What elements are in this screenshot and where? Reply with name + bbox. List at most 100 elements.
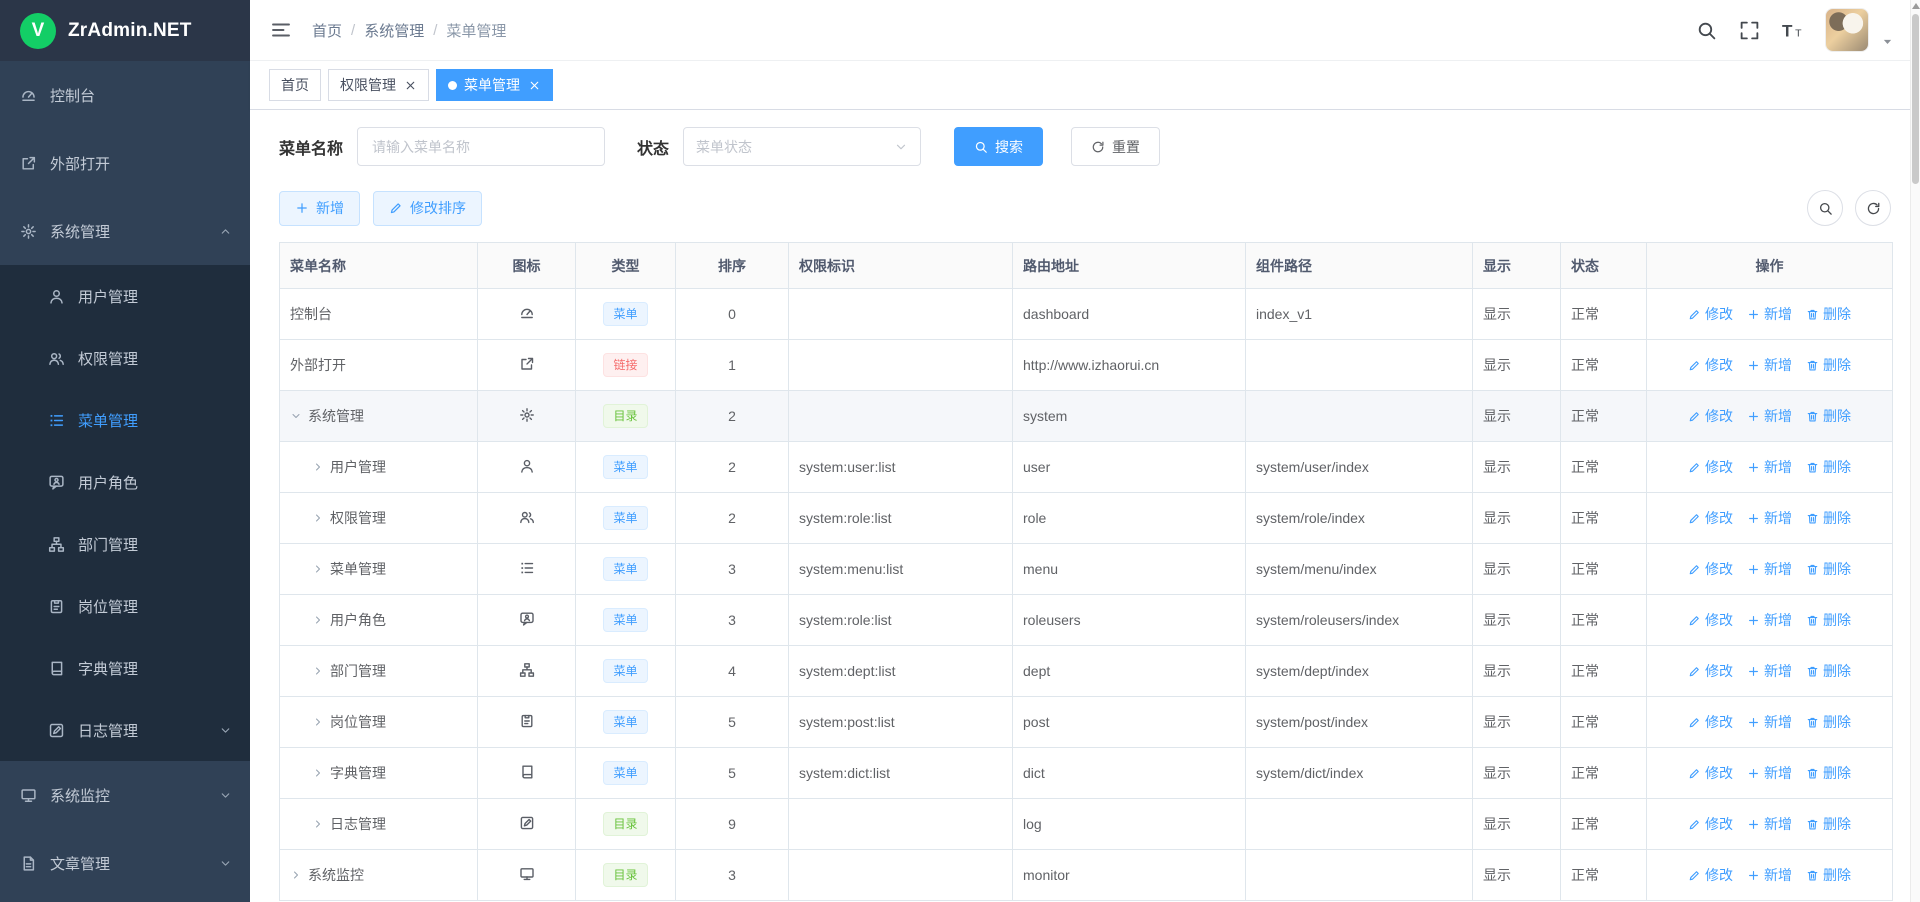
- users-icon: [519, 509, 535, 525]
- page-scrollbar[interactable]: [1910, 0, 1920, 902]
- row-delete-button[interactable]: 删除: [1806, 814, 1851, 834]
- edit-icon: [389, 201, 403, 215]
- row-add-button[interactable]: 新增: [1747, 508, 1792, 528]
- tab-menu[interactable]: 菜单管理: [436, 69, 553, 101]
- table-row-log[interactable]: 日志管理 目录9log显示正常修改新增删除: [280, 799, 1893, 850]
- user-avatar[interactable]: [1825, 8, 1869, 52]
- content: 菜单名称 状态 菜单状态 搜索 重置 新增: [250, 110, 1920, 902]
- cell-type: 菜单: [576, 646, 676, 697]
- breadcrumb-item-home[interactable]: 首页: [312, 20, 342, 41]
- row-add-button[interactable]: 新增: [1747, 865, 1792, 885]
- cell-order: 0: [676, 289, 789, 340]
- log-icon: [48, 722, 65, 739]
- row-delete-button[interactable]: 删除: [1806, 610, 1851, 630]
- scrollbar-thumb[interactable]: [1912, 14, 1919, 184]
- sidebar-item-roleusers[interactable]: 用户角色: [0, 451, 250, 513]
- row-delete-button[interactable]: 删除: [1806, 508, 1851, 528]
- row-edit-button[interactable]: 修改: [1688, 508, 1733, 528]
- row-edit-button[interactable]: 修改: [1688, 865, 1733, 885]
- user-menu-caret-icon[interactable]: [1881, 35, 1894, 48]
- row-delete-button[interactable]: 删除: [1806, 304, 1851, 324]
- table-row-dict[interactable]: 字典管理 菜单5system:dict:listdictsystem/dict/…: [280, 748, 1893, 799]
- font-size-icon[interactable]: TT: [1782, 20, 1803, 41]
- sort-button[interactable]: 修改排序: [373, 191, 482, 226]
- row-add-button[interactable]: 新增: [1747, 763, 1792, 783]
- sidebar-item-user[interactable]: 用户管理: [0, 265, 250, 327]
- table-row-post[interactable]: 岗位管理 菜单5system:post:listpostsystem/post/…: [280, 697, 1893, 748]
- app-logo[interactable]: V ZrAdmin.NET: [0, 0, 250, 61]
- row-edit-button[interactable]: 修改: [1688, 610, 1733, 630]
- table-row-dept[interactable]: 部门管理 菜单4system:dept:listdeptsystem/dept/…: [280, 646, 1893, 697]
- row-add-button[interactable]: 新增: [1747, 814, 1792, 834]
- row-edit-button[interactable]: 修改: [1688, 304, 1733, 324]
- row-edit-button[interactable]: 修改: [1688, 814, 1733, 834]
- row-delete-button[interactable]: 删除: [1806, 661, 1851, 681]
- breadcrumb-item-menu[interactable]: 菜单管理: [446, 20, 506, 41]
- row-delete-button[interactable]: 删除: [1806, 865, 1851, 885]
- scrollbar-up-arrow[interactable]: [1912, 3, 1920, 9]
- table-row-user[interactable]: 用户管理 菜单2system:user:listusersystem/user/…: [280, 442, 1893, 493]
- table-row-system[interactable]: 系统管理 目录2system显示正常修改新增删除: [280, 391, 1893, 442]
- table-row-role[interactable]: 权限管理 菜单2system:role:listrolesystem/role/…: [280, 493, 1893, 544]
- row-add-button[interactable]: 新增: [1747, 355, 1792, 375]
- breadcrumb-item-system[interactable]: 系统管理: [364, 20, 424, 41]
- row-delete-button[interactable]: 删除: [1806, 763, 1851, 783]
- search-icon[interactable]: [1696, 20, 1717, 41]
- column-header: 类型: [576, 243, 676, 289]
- menu-name-input[interactable]: [357, 127, 605, 166]
- sidebar-item-monitor[interactable]: 系统监控: [0, 761, 250, 829]
- row-add-button[interactable]: 新增: [1747, 304, 1792, 324]
- fullscreen-icon[interactable]: [1739, 20, 1760, 41]
- sidebar-item-external-link[interactable]: 外部打开: [0, 129, 250, 197]
- row-delete-button[interactable]: 删除: [1806, 559, 1851, 579]
- table-row-roleusers[interactable]: 用户角色 菜单3system:role:listroleuserssystem/…: [280, 595, 1893, 646]
- row-delete-button[interactable]: 删除: [1806, 355, 1851, 375]
- row-edit-button[interactable]: 修改: [1688, 712, 1733, 732]
- sidebar-item-post[interactable]: 岗位管理: [0, 575, 250, 637]
- sidebar-item-menu[interactable]: 菜单管理: [0, 389, 250, 451]
- row-edit-button[interactable]: 修改: [1688, 763, 1733, 783]
- search-button[interactable]: 搜索: [954, 127, 1043, 166]
- refresh-table-button[interactable]: [1855, 190, 1891, 226]
- row-delete-button[interactable]: 删除: [1806, 712, 1851, 732]
- tab-close-icon[interactable]: [527, 78, 541, 92]
- row-edit-button[interactable]: 修改: [1688, 355, 1733, 375]
- sidebar-item-system[interactable]: 系统管理: [0, 197, 250, 265]
- table-row-external[interactable]: 外部打开 链接1http://www.izhaorui.cn显示正常修改新增删除: [280, 340, 1893, 391]
- status-select[interactable]: 菜单状态: [683, 127, 921, 166]
- row-add-button[interactable]: 新增: [1747, 610, 1792, 630]
- collapse-sidebar-icon[interactable]: [270, 19, 292, 41]
- row-delete-button[interactable]: 删除: [1806, 406, 1851, 426]
- table-row-monitor[interactable]: 系统监控 目录3monitor显示正常修改新增删除: [280, 850, 1893, 901]
- tab-role[interactable]: 权限管理: [328, 69, 429, 101]
- app-root: V ZrAdmin.NET 控制台外部打开系统管理用户管理权限管理菜单管理用户角…: [0, 0, 1920, 902]
- edit-icon: [1688, 410, 1701, 423]
- row-add-button[interactable]: 新增: [1747, 406, 1792, 426]
- sidebar-item-article[interactable]: 文章管理: [0, 829, 250, 897]
- row-delete-button[interactable]: 删除: [1806, 457, 1851, 477]
- row-edit-button[interactable]: 修改: [1688, 406, 1733, 426]
- cell-path: user: [1013, 442, 1246, 493]
- row-add-button[interactable]: 新增: [1747, 559, 1792, 579]
- row-add-button[interactable]: 新增: [1747, 661, 1792, 681]
- row-edit-button[interactable]: 修改: [1688, 559, 1733, 579]
- table-row-dashboard[interactable]: 控制台 菜单0dashboardindex_v1显示正常修改新增删除: [280, 289, 1893, 340]
- sidebar-item-dict[interactable]: 字典管理: [0, 637, 250, 699]
- sidebar-item-dashboard[interactable]: 控制台: [0, 61, 250, 129]
- table-row-menu[interactable]: 菜单管理 菜单3system:menu:listmenusystem/menu/…: [280, 544, 1893, 595]
- add-button[interactable]: 新增: [279, 191, 360, 226]
- sidebar-item-role[interactable]: 权限管理: [0, 327, 250, 389]
- toggle-search-button[interactable]: [1807, 190, 1843, 226]
- type-tag: 目录: [603, 863, 647, 887]
- row-edit-button[interactable]: 修改: [1688, 457, 1733, 477]
- row-edit-button[interactable]: 修改: [1688, 661, 1733, 681]
- tab-home[interactable]: 首页: [269, 69, 321, 101]
- breadcrumb-separator: /: [433, 22, 437, 39]
- row-add-button[interactable]: 新增: [1747, 457, 1792, 477]
- row-add-button[interactable]: 新增: [1747, 712, 1792, 732]
- sidebar-item-dept[interactable]: 部门管理: [0, 513, 250, 575]
- reset-button[interactable]: 重置: [1071, 127, 1160, 166]
- cell-path: dict: [1013, 748, 1246, 799]
- tab-close-icon[interactable]: [403, 78, 417, 92]
- sidebar-item-log[interactable]: 日志管理: [0, 699, 250, 761]
